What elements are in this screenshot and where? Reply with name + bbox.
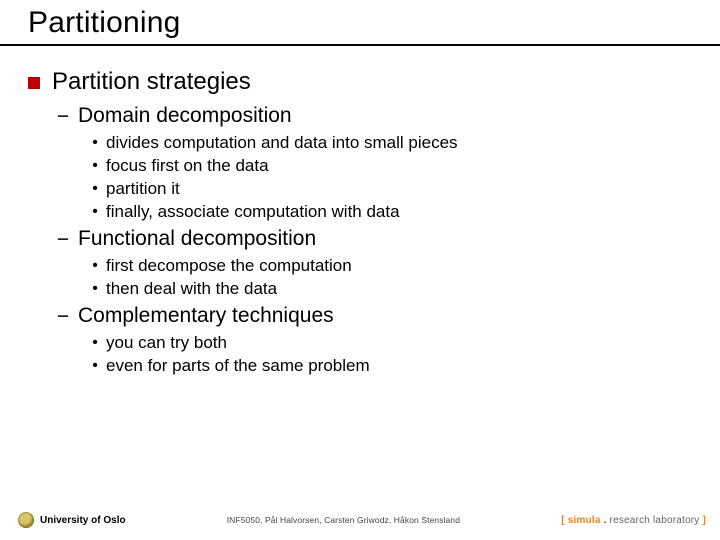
level1-text: Partition strategies: [52, 68, 251, 96]
bullet-level3: • finally, associate computation with da…: [88, 201, 692, 223]
dash-bullet-icon: −: [56, 304, 70, 330]
footer-right-rest: research laboratory: [610, 515, 700, 526]
dot-bullet-icon: •: [88, 132, 102, 154]
footer-left-text: University of Oslo: [40, 515, 126, 526]
level3-text: you can try both: [106, 332, 227, 354]
bullet-level3: • you can try both: [88, 332, 692, 354]
bullet-level3: • even for parts of the same problem: [88, 355, 692, 377]
level3-text: even for parts of the same problem: [106, 355, 370, 377]
level2-text: Functional decomposition: [78, 227, 316, 253]
bullet-level2: − Functional decomposition: [56, 227, 692, 253]
footer-right: [ simula . research laboratory ]: [561, 515, 706, 526]
bullet-level3: • focus first on the data: [88, 155, 692, 177]
university-seal-icon: [18, 512, 34, 528]
slide-content: Partition strategies − Domain decomposit…: [0, 46, 720, 377]
dot-bullet-icon: •: [88, 278, 102, 300]
slide-footer: University of Oslo INF5050, Pål Halvorse…: [0, 508, 720, 532]
dash-bullet-icon: −: [56, 227, 70, 253]
level3-text: focus first on the data: [106, 155, 269, 177]
bullet-level3: • divides computation and data into smal…: [88, 132, 692, 154]
level3-text: first decompose the computation: [106, 255, 352, 277]
dot-bullet-icon: •: [88, 155, 102, 177]
footer-right-close: ]: [699, 515, 706, 526]
dot-bullet-icon: •: [88, 255, 102, 277]
bullet-level2: − Domain decomposition: [56, 104, 692, 130]
footer-right-dot: .: [601, 515, 610, 526]
dot-bullet-icon: •: [88, 178, 102, 200]
dot-bullet-icon: •: [88, 355, 102, 377]
level2-text: Complementary techniques: [78, 304, 334, 330]
dot-bullet-icon: •: [88, 201, 102, 223]
footer-left: University of Oslo: [18, 512, 126, 528]
level3-text: then deal with the data: [106, 278, 277, 300]
bullet-level3: • partition it: [88, 178, 692, 200]
dot-bullet-icon: •: [88, 332, 102, 354]
bullet-level3: • then deal with the data: [88, 278, 692, 300]
square-bullet-icon: [28, 77, 40, 89]
level3-text: finally, associate computation with data: [106, 201, 400, 223]
level2-text: Domain decomposition: [78, 104, 292, 130]
level3-text: partition it: [106, 178, 180, 200]
footer-right-brand: simula: [568, 515, 601, 526]
dash-bullet-icon: −: [56, 104, 70, 130]
bullet-level1: Partition strategies: [28, 68, 692, 96]
bullet-level2: − Complementary techniques: [56, 304, 692, 330]
level3-text: divides computation and data into small …: [106, 132, 458, 154]
slide-title: Partitioning: [0, 0, 720, 46]
footer-center-text: INF5050, Pål Halvorsen, Carsten Griwodz,…: [227, 515, 460, 525]
bullet-level3: • first decompose the computation: [88, 255, 692, 277]
